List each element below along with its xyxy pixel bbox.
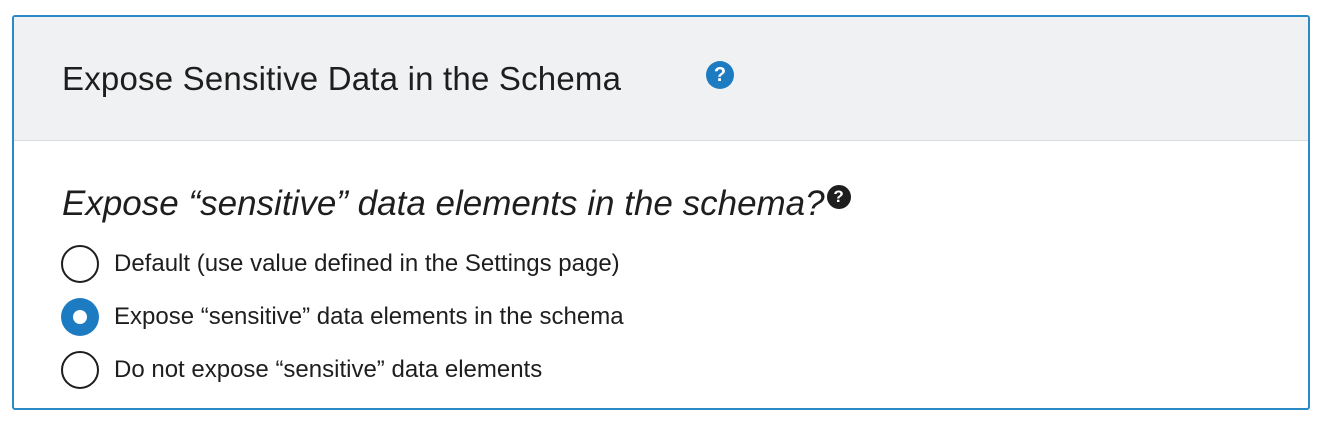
settings-panel: Expose Sensitive Data in the Schema ? Ex… bbox=[12, 15, 1310, 410]
radio-group: Default (use value defined in the Settin… bbox=[61, 237, 624, 396]
radio-label-default[interactable]: Default (use value defined in the Settin… bbox=[114, 249, 620, 279]
panel-title: Expose Sensitive Data in the Schema bbox=[62, 60, 622, 97]
field-question-text: Expose “sensitive” data elements in the … bbox=[62, 184, 825, 223]
radio-button-expose[interactable] bbox=[61, 297, 99, 336]
help-question-icon[interactable]: ? bbox=[706, 61, 734, 89]
radio-button-default[interactable] bbox=[61, 244, 99, 283]
field-question: Expose “sensitive” data elements in the … bbox=[62, 183, 851, 225]
field-help-question-icon[interactable]: ? bbox=[826, 185, 851, 209]
radio-option-default[interactable]: Default (use value defined in the Settin… bbox=[61, 237, 624, 290]
radio-option-do-not-expose[interactable]: Do not expose “sensitive” data elements bbox=[61, 343, 624, 396]
radio-label-expose[interactable]: Expose “sensitive” data elements in the … bbox=[114, 302, 624, 332]
radio-option-expose[interactable]: Expose “sensitive” data elements in the … bbox=[61, 290, 624, 343]
radio-label-do-not-expose[interactable]: Do not expose “sensitive” data elements bbox=[114, 355, 542, 385]
panel-header: Expose Sensitive Data in the Schema ? bbox=[14, 17, 1308, 141]
radio-button-do-not-expose[interactable] bbox=[61, 350, 99, 389]
